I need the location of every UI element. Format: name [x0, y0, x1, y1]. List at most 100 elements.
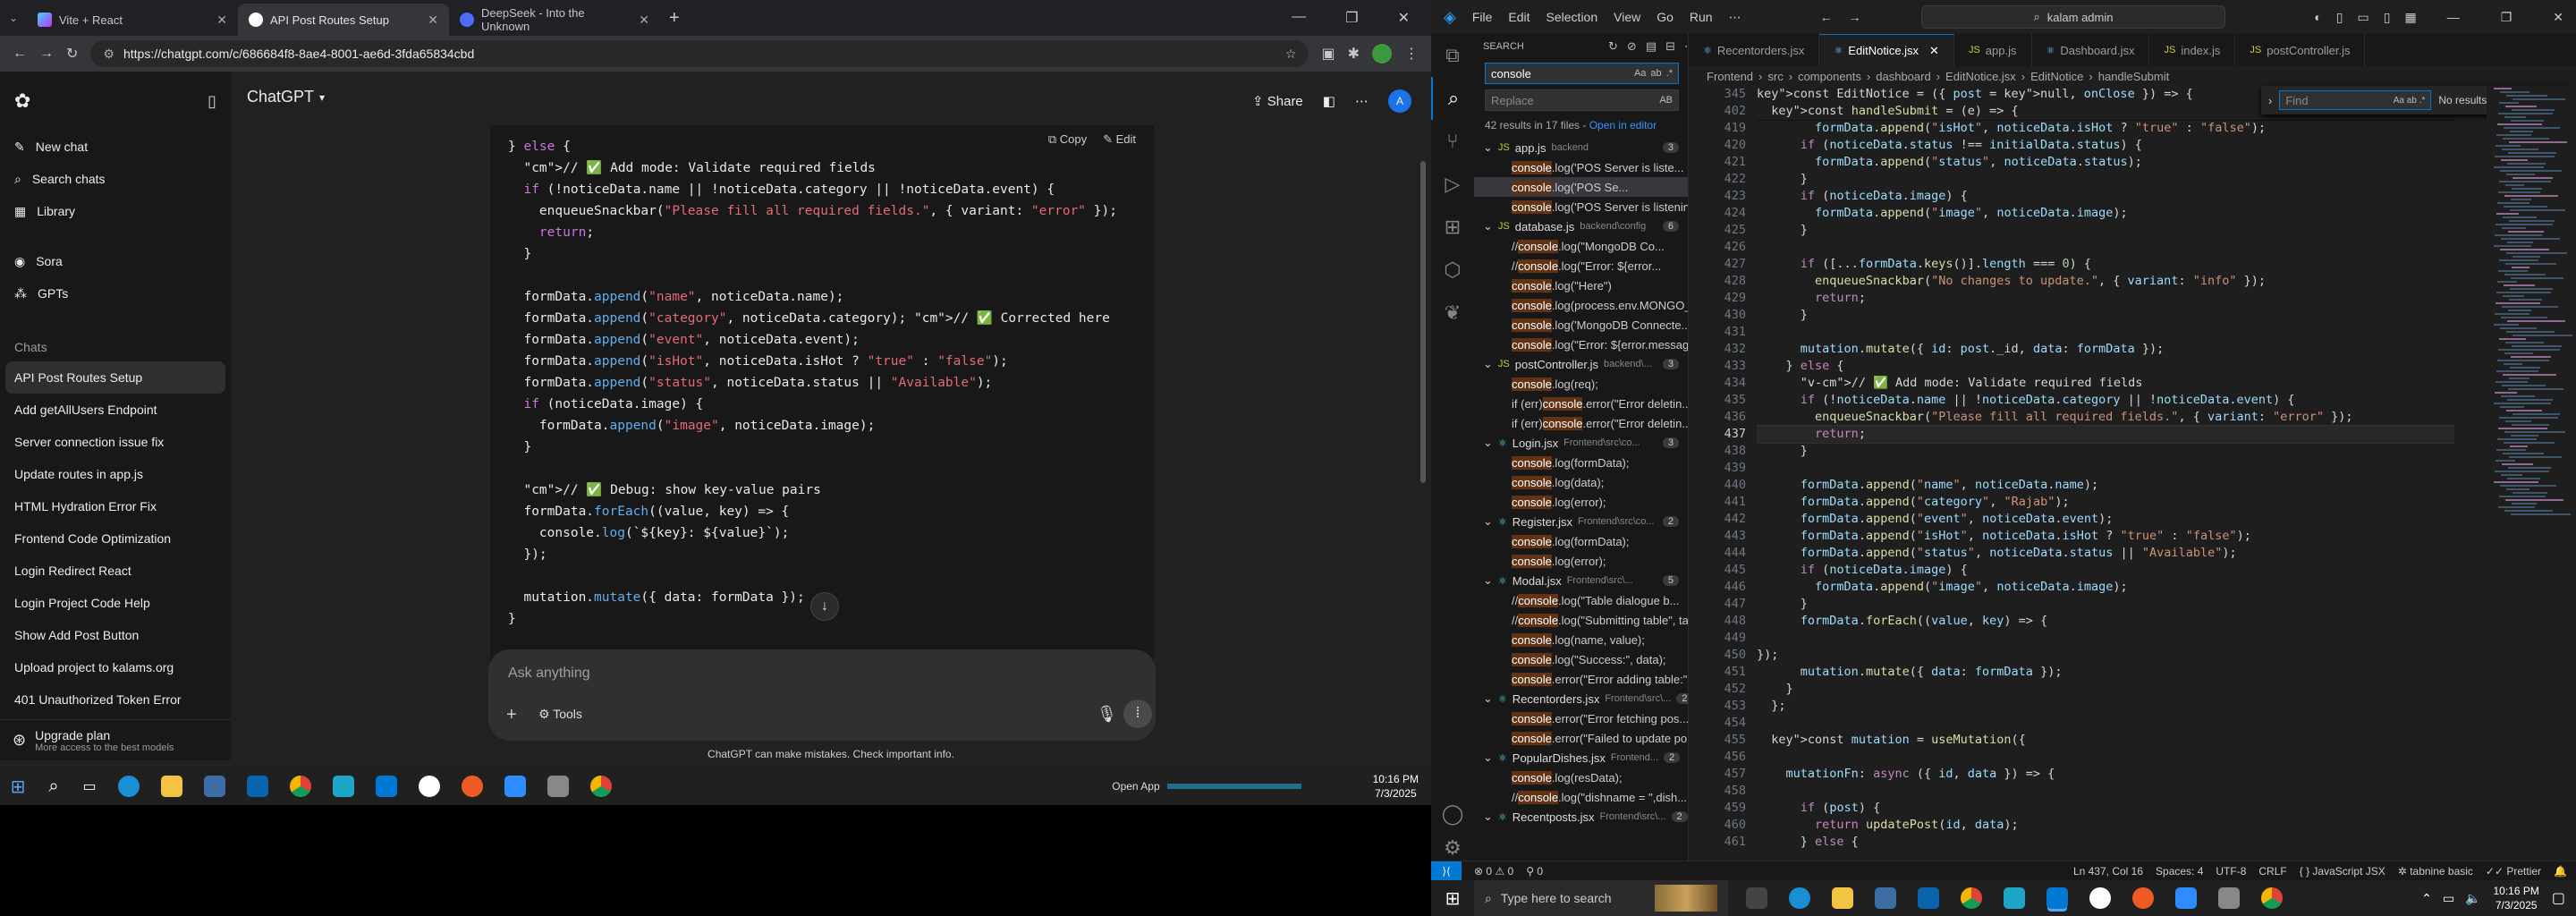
code-line[interactable]: formData.append("image", noticeData.imag…	[1757, 579, 2454, 596]
preserve-case-icon[interactable]: AB	[1659, 95, 1673, 106]
nav-back-icon[interactable]: ←	[1820, 10, 1833, 24]
new-tab-icon[interactable]: +	[669, 8, 680, 29]
maximize-icon[interactable]: ❐	[2501, 10, 2512, 25]
taskbar-search-input[interactable]: ⌕ Type here to search	[1474, 880, 1728, 916]
breadcrumb-item[interactable]: handleSubmit	[2098, 70, 2170, 83]
search-result-file[interactable]: ⌄ ⚛ Login.jsx Frontend\src\co... 3	[1474, 433, 1688, 453]
close-icon[interactable]: ✕	[216, 13, 227, 28]
find-input[interactable]: Find Aa ab .*	[2279, 90, 2432, 110]
minimize-icon[interactable]: —	[1292, 9, 1306, 27]
sidebar-right-icon[interactable]: ▯	[2384, 10, 2391, 25]
editor-tab[interactable]: JS index.js	[2149, 34, 2236, 66]
toggle-replace-icon[interactable]: ›	[2268, 94, 2272, 107]
minimize-icon[interactable]: —	[2447, 10, 2460, 24]
extensions-icon[interactable]: ⊞	[1431, 206, 1474, 249]
prompt-input[interactable]: Ask anything	[508, 666, 590, 682]
search-chats-button[interactable]: ⌕ Search chats	[0, 163, 231, 195]
code-line[interactable]: if (noticeData.image) {	[1757, 562, 2454, 579]
vscode-taskbar-icon[interactable]	[2046, 887, 2068, 909]
windows-start-icon[interactable]: ⊞	[1431, 887, 1474, 910]
language-mode[interactable]: { } JavaScript JSX	[2300, 865, 2385, 878]
code-line[interactable]: formData.append("status", noticeData.sta…	[1757, 154, 2454, 171]
code-line[interactable]: }	[1757, 443, 2454, 460]
more-menu-icon[interactable]: ⋯	[1729, 10, 1741, 25]
code-line[interactable]: if (noticeData.image) {	[1757, 188, 2454, 205]
chat-history-item[interactable]: Login Redirect React	[0, 555, 231, 587]
library-button[interactable]: ▦ Library	[0, 195, 231, 227]
upgrade-plan-button[interactable]: ⊛ Upgrade plan More access to the best m…	[0, 719, 231, 760]
chat-history-item[interactable]: API Post Routes Setup	[5, 361, 225, 394]
share-button[interactable]: ⇪ Share	[1252, 93, 1303, 109]
search-result-line[interactable]: // console .log("Submitting table", ta...	[1474, 610, 1688, 630]
site-info-icon[interactable]: ⚙	[103, 47, 114, 62]
menu-item[interactable]: Edit	[1508, 10, 1530, 24]
search-result-line[interactable]: console .log("Success:", data);	[1474, 649, 1688, 669]
breadcrumb-item[interactable]: EditNotice.jsx	[1945, 70, 2016, 83]
breadcrumb-item[interactable]: src	[1767, 70, 1783, 83]
open-in-editor-link[interactable]: Open in editor	[1589, 119, 1657, 131]
search-result-line[interactable]: // console .log("Table dialogue b...	[1474, 590, 1688, 610]
breadcrumb-item[interactable]: components	[1798, 70, 1861, 83]
mail-icon[interactable]	[1918, 887, 1939, 909]
search-result-line[interactable]: if (err) console .error("Error deletin...	[1474, 394, 1688, 413]
editor-tab[interactable]: ⚛ Dashboard.jsx	[2032, 34, 2150, 66]
forward-icon[interactable]: →	[39, 46, 54, 62]
search-result-file[interactable]: ⌄ ⚛ Modal.jsx Frontend\src\... 5	[1474, 571, 1688, 590]
code-line[interactable]: formData.append("category", "Rajab");	[1757, 494, 2454, 511]
github-icon[interactable]	[419, 776, 440, 797]
open-app-button[interactable]: Open App	[1105, 780, 1166, 793]
add-attachment-icon[interactable]: +	[506, 705, 517, 725]
code-editor[interactable]: key">const EditNotice = ({ post = key">n…	[1757, 86, 2454, 861]
chat-scrollbar[interactable]	[1420, 161, 1426, 483]
panel-icon[interactable]: ▭	[2358, 10, 2369, 25]
replace-input[interactable]: Replace AB	[1485, 89, 1679, 111]
app-icon[interactable]	[547, 776, 569, 797]
code-line[interactable]: enqueueSnackbar("Please fill all require…	[1757, 409, 2454, 426]
chat-history-item[interactable]: Add getAllUsers Endpoint	[0, 394, 231, 426]
code-line[interactable]: formData.forEach((value, key) => {	[1757, 613, 2454, 630]
collapse-all-icon[interactable]: ⊟	[1665, 39, 1675, 54]
search-result-line[interactable]: console .log(formData);	[1474, 531, 1688, 551]
code-line[interactable]: "v-cm">// ✅ Add mode: Validate required …	[1757, 375, 2454, 392]
sora-button[interactable]: ◉ Sora	[0, 245, 231, 277]
code-line[interactable]: return updatePost(id, data);	[1757, 817, 2454, 834]
reload-icon[interactable]: ↻	[66, 45, 78, 63]
mongodb-icon[interactable]: ❦	[1431, 292, 1474, 335]
maximize-icon[interactable]: ❐	[1345, 9, 1358, 27]
zoom-icon[interactable]	[504, 776, 526, 797]
search-icon[interactable]: ⌕	[36, 776, 72, 797]
back-icon[interactable]: ←	[13, 46, 27, 62]
search-result-line[interactable]: console .log(formData);	[1474, 453, 1688, 472]
tray-chevron-icon[interactable]: ⌃	[2421, 891, 2432, 906]
close-icon[interactable]: ✕	[639, 13, 649, 28]
regex-icon[interactable]: .*	[1666, 68, 1673, 79]
bookmark-star-icon[interactable]: ☆	[1285, 47, 1297, 62]
profile-avatar-icon[interactable]	[1372, 44, 1392, 64]
clear-results-icon[interactable]: ⊘	[1627, 39, 1637, 54]
search-result-line[interactable]: console .error("Error adding table:"...	[1474, 669, 1688, 689]
app-icon[interactable]	[333, 776, 354, 797]
edit-code-button[interactable]: ✎ Edit	[1103, 129, 1136, 150]
problems-indicator[interactable]: ⊗ 0 ⚠ 0	[1474, 865, 1513, 878]
code-line[interactable]: formData.append("name", noticeData.name)…	[1757, 477, 2454, 494]
edge-icon[interactable]	[1789, 887, 1810, 909]
code-line[interactable]: return;	[1757, 425, 2454, 444]
code-line[interactable]	[1757, 239, 2454, 256]
chrome-icon[interactable]	[590, 776, 612, 797]
file-explorer-icon[interactable]	[1832, 887, 1853, 909]
chrome-icon[interactable]	[290, 776, 311, 797]
chat-history-item[interactable]: Upload project to kalams.org	[0, 651, 231, 683]
run-debug-icon[interactable]: ▷	[1431, 163, 1474, 206]
search-result-line[interactable]: // console .log("Error: ${error...	[1474, 256, 1688, 276]
browser-tab-chatgpt[interactable]: API Post Routes Setup ✕	[238, 4, 449, 36]
search-result-line[interactable]: console .log('MongoDB Connecte...	[1474, 315, 1688, 335]
search-result-line[interactable]: // console .log("MongoDB Co...	[1474, 236, 1688, 256]
source-control-icon[interactable]: ⑂	[1431, 120, 1474, 163]
notifications-icon[interactable]: 🔔	[2554, 865, 2567, 878]
code-line[interactable]: formData.append("image", noticeData.imag…	[1757, 205, 2454, 222]
store-icon[interactable]	[1875, 887, 1896, 909]
search-result-line[interactable]: console .log(req);	[1474, 374, 1688, 394]
sidebar-toggle-icon[interactable]: ▯	[208, 92, 216, 111]
github-icon[interactable]	[2089, 887, 2111, 909]
edge-icon[interactable]	[118, 776, 140, 797]
